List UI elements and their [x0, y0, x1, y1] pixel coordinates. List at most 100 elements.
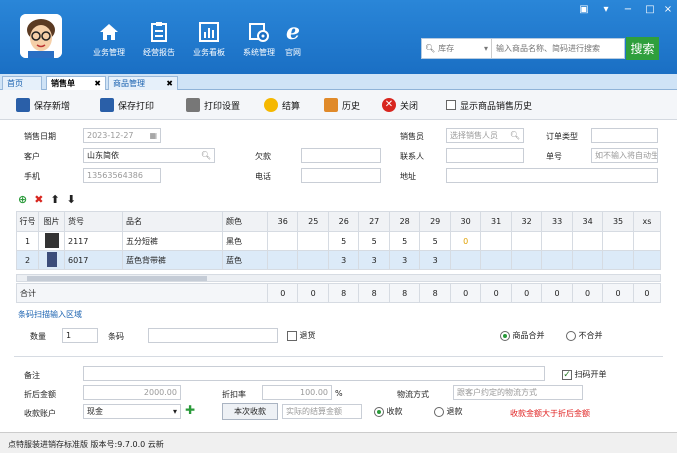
checkbox[interactable]: [287, 330, 297, 341]
checkbox-checked[interactable]: ✓: [562, 369, 572, 380]
contact-field[interactable]: [446, 148, 524, 163]
delete-row-icon[interactable]: ✖: [34, 193, 43, 206]
qty-cell[interactable]: [602, 231, 634, 251]
qty-cell[interactable]: [571, 231, 604, 251]
nav-dashboard[interactable]: 业务看板: [186, 20, 232, 58]
remark-field[interactable]: [83, 366, 545, 381]
maximize-icon[interactable]: □: [643, 4, 657, 15]
tab-sales-order[interactable]: 销售单 ✖: [46, 76, 106, 90]
product-code[interactable]: 6017: [64, 250, 123, 270]
logistics-field[interactable]: 跟客户约定的物流方式: [453, 385, 583, 400]
search-category-select[interactable]: 🔍︎ 库存 ▾: [422, 39, 492, 58]
qty-cell[interactable]: [510, 231, 543, 251]
move-up-icon[interactable]: ⬆: [50, 193, 59, 206]
seller-field[interactable]: 选择销售人员 🔍︎: [446, 128, 524, 143]
receive-button[interactable]: 本次收款: [222, 403, 278, 420]
qty-cell[interactable]: 5: [388, 231, 421, 251]
radio[interactable]: [434, 406, 444, 417]
search-input[interactable]: [492, 44, 624, 53]
show-history-checkbox[interactable]: 显示商品销售历史: [446, 96, 532, 114]
nav-official-site[interactable]: e 官网: [270, 19, 316, 58]
nav-business-report[interactable]: 经营报告: [136, 20, 182, 58]
debt-field[interactable]: [301, 148, 381, 163]
qty-cell[interactable]: [480, 250, 512, 270]
settle-button[interactable]: 结算: [264, 96, 300, 114]
address-field[interactable]: [446, 168, 658, 183]
qty-cell[interactable]: 0: [449, 231, 482, 251]
close-button[interactable]: ✕ 关闭: [382, 96, 418, 114]
qty-cell[interactable]: [571, 250, 604, 270]
checkbox[interactable]: [446, 100, 456, 110]
move-down-icon[interactable]: ⬇: [67, 193, 76, 206]
refund-radio[interactable]: 退款: [434, 406, 463, 417]
scan-open-checkbox[interactable]: ✓ 扫码开单: [562, 369, 607, 380]
horizontal-scrollbar[interactable]: [16, 274, 661, 282]
calendar-icon[interactable]: ▦: [149, 131, 157, 140]
minimize-icon[interactable]: −: [621, 4, 635, 15]
receive-amount-field[interactable]: 实际的结算金额: [282, 404, 362, 419]
print-settings-button[interactable]: 打印设置: [186, 96, 240, 114]
qty-cell[interactable]: [266, 250, 299, 270]
discount-amount-field[interactable]: 2000.00: [83, 385, 181, 400]
qty-cell[interactable]: 5: [358, 231, 390, 251]
qty-cell[interactable]: [266, 231, 299, 251]
add-row-icon[interactable]: ⊕: [18, 193, 27, 206]
qty-cell[interactable]: 3: [358, 250, 390, 270]
avatar[interactable]: [20, 14, 62, 58]
radio[interactable]: [566, 330, 576, 341]
search-icon[interactable]: 🔍︎: [510, 131, 520, 140]
receipt-radio[interactable]: 收款: [374, 406, 403, 417]
close-icon[interactable]: ✖: [166, 79, 173, 88]
product-code[interactable]: 2117: [64, 231, 123, 251]
qty-cell[interactable]: [632, 250, 662, 270]
discount-rate-field[interactable]: 100.00: [262, 385, 332, 400]
qty-cell[interactable]: [297, 231, 329, 251]
qty-cell[interactable]: [510, 250, 543, 270]
search-button[interactable]: 搜索: [626, 37, 659, 60]
tab-home[interactable]: 首页: [2, 76, 42, 90]
history-button[interactable]: 历史: [324, 96, 360, 114]
qty-cell[interactable]: 3: [388, 250, 421, 270]
scroll-thumb[interactable]: [27, 276, 207, 281]
qty-cell[interactable]: 3: [419, 250, 451, 270]
product-image[interactable]: [38, 250, 65, 270]
qty-cell[interactable]: [632, 231, 662, 251]
customer-field[interactable]: 山东简依 🔍︎: [83, 148, 215, 163]
qty-cell[interactable]: [297, 250, 329, 270]
save-print-button[interactable]: 保存打印: [100, 96, 154, 114]
order-no-field[interactable]: 如不输入将自动生: [591, 148, 658, 163]
radio-selected[interactable]: [374, 406, 384, 417]
product-name[interactable]: 五分短裤: [122, 231, 223, 251]
qty-cell[interactable]: 3: [327, 250, 360, 270]
qty-cell[interactable]: [602, 250, 634, 270]
product-color[interactable]: 黑色: [222, 231, 268, 251]
account-select[interactable]: 现金 ▾: [83, 404, 181, 419]
qty-cell[interactable]: 5: [419, 231, 451, 251]
qty-cell[interactable]: 5: [327, 231, 360, 251]
return-checkbox[interactable]: 退货: [287, 330, 316, 341]
close-window-icon[interactable]: ×: [661, 4, 675, 15]
qty-cell[interactable]: [541, 231, 573, 251]
barcode-input[interactable]: [148, 328, 278, 343]
qty-cell[interactable]: [449, 250, 482, 270]
qty-field[interactable]: 1: [62, 328, 98, 343]
close-icon[interactable]: ✖: [94, 79, 101, 88]
nav-business-management[interactable]: 业务管理: [86, 20, 132, 58]
merge-radio[interactable]: 商品合并: [500, 330, 545, 341]
menu-icon[interactable]: ▾: [599, 4, 613, 15]
skin-icon[interactable]: ▣: [577, 4, 591, 15]
save-new-button[interactable]: 保存新增: [16, 96, 70, 114]
sale-date-field[interactable]: 2023-12-27 ▦: [83, 128, 161, 143]
product-image[interactable]: [38, 231, 65, 251]
radio-selected[interactable]: [500, 330, 510, 341]
qty-cell[interactable]: [541, 250, 573, 270]
tab-product-management[interactable]: 商品管理 ✖: [108, 76, 178, 90]
tel-field[interactable]: [301, 168, 381, 183]
search-icon[interactable]: 🔍︎: [201, 151, 211, 160]
table-row[interactable]: 2 6017 蓝色背带裤 蓝色 3 3 3 3: [16, 250, 662, 270]
order-type-field[interactable]: [591, 128, 658, 143]
table-row[interactable]: 1 2117 五分短裤 黑色 5 5 5 5 0: [16, 231, 662, 251]
add-account-icon[interactable]: ✚: [185, 403, 195, 417]
product-color[interactable]: 蓝色: [222, 250, 268, 270]
phone-field[interactable]: 13563564386: [83, 168, 161, 183]
